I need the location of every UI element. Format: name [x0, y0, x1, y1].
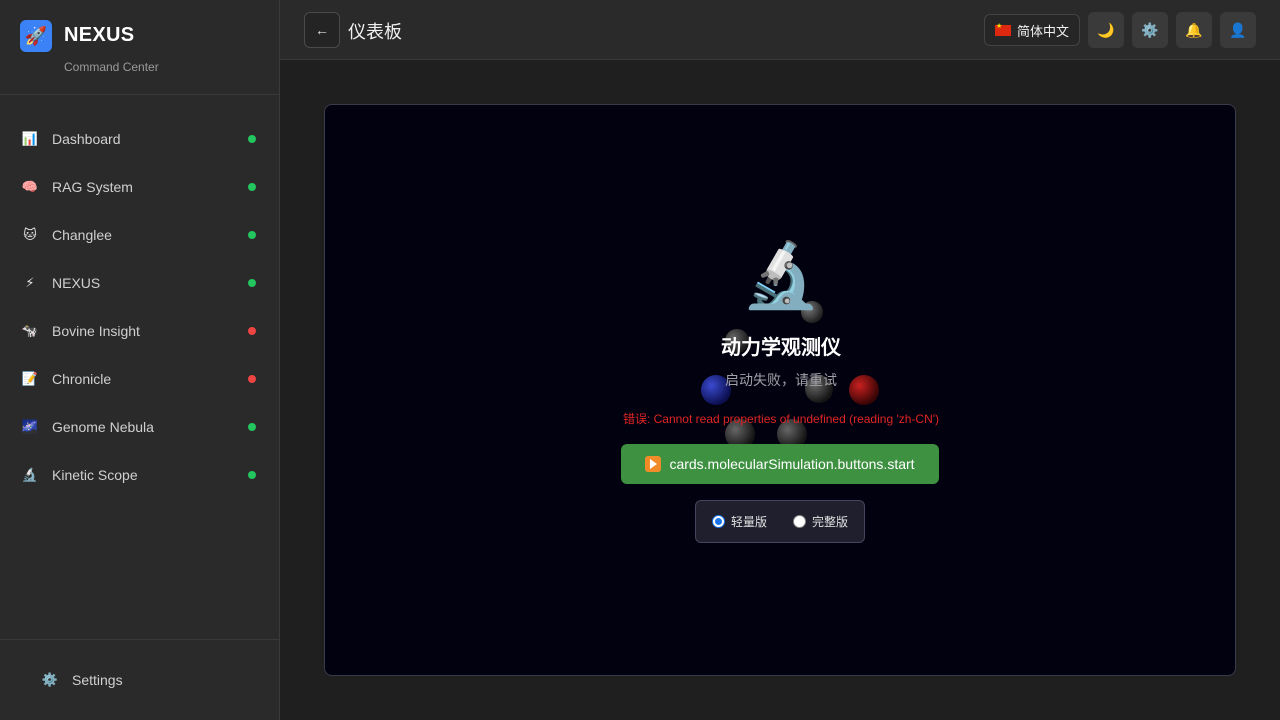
error-message: 错误: Cannot read properties of undefined … [622, 412, 940, 426]
status-message: 启动失败，请重试 [725, 372, 837, 388]
notifications-button[interactable]: 🔔 [1176, 12, 1212, 48]
sidebar-nav: 📊 Dashboard 🧠 RAG System 🐱 Changlee ⚡ NE… [0, 115, 280, 499]
mode-label: 轻量版 [730, 515, 767, 529]
radio-lite[interactable] [711, 515, 725, 528]
microscope-icon: 🔬 [741, 239, 821, 311]
radio-full[interactable] [793, 515, 806, 528]
mode-option-lite[interactable]: 轻量版 [711, 513, 767, 530]
language-label: 简体中文 [1016, 23, 1069, 39]
page-title: 仪表板 [348, 22, 402, 42]
user-icon: 👤 [1229, 21, 1247, 38]
cat-icon: 🐱 [23, 227, 37, 242]
play-icon [645, 456, 662, 472]
sidebar-item-label: NEXUS [52, 275, 101, 291]
theme-toggle-button[interactable]: 🌙 [1088, 12, 1124, 48]
gear-icon: ⚙️ [41, 672, 59, 687]
language-selector[interactable]: 简体中文 [984, 14, 1080, 46]
china-flag-icon [994, 22, 1011, 36]
rocket-icon: 🚀 [20, 20, 52, 52]
status-dot [248, 375, 256, 383]
status-dot [248, 423, 256, 431]
mode-label: 完整版 [812, 515, 849, 529]
brand-header: 🚀 NEXUS Command Center [0, 0, 279, 95]
status-dot [248, 183, 256, 191]
sidebar-item-label: Changlee [52, 227, 112, 243]
settings-label: Settings [72, 672, 123, 688]
galaxy-icon: 🌌 [21, 419, 39, 434]
memo-icon: 📝 [21, 371, 39, 386]
back-button[interactable]: ← [304, 12, 340, 48]
cow-icon: 🐄 [21, 323, 39, 338]
status-dot [248, 471, 256, 479]
status-dot [248, 279, 256, 287]
start-simulation-button[interactable]: cards.molecularSimulation.buttons.start [621, 444, 939, 484]
settings-button[interactable]: ⚙️ [1132, 12, 1168, 48]
sidebar-footer: ⚙️ Settings [0, 639, 280, 720]
sidebar-item-changlee[interactable]: 🐱 Changlee [0, 211, 280, 259]
user-button[interactable]: 👤 [1220, 12, 1256, 48]
lightning-icon: ⚡ [25, 275, 35, 290]
start-button-label: cards.molecularSimulation.buttons.start [669, 456, 915, 472]
status-dot [248, 231, 256, 239]
bell-icon: 🔔 [1185, 21, 1203, 38]
moon-icon: 🌙 [1097, 21, 1115, 38]
panel-title: 动力学观测仪 [721, 337, 841, 359]
sidebar-item-label: Dashboard [52, 131, 121, 147]
sidebar-item-label: Genome Nebula [52, 419, 154, 435]
kinetic-scope-panel: 🔬 动力学观测仪 启动失败，请重试 错误: Cannot read proper… [324, 104, 1236, 676]
sidebar-item-nexus[interactable]: ⚡ NEXUS [0, 259, 280, 307]
mode-selector: 轻量版 完整版 [695, 500, 865, 543]
sidebar-item-kinetic-scope[interactable]: 🔬 Kinetic Scope [0, 451, 280, 499]
microscope-icon: 🔬 [21, 467, 39, 482]
sidebar-item-label: Kinetic Scope [52, 467, 138, 483]
brand-name: NEXUS [64, 24, 135, 46]
gear-icon: ⚙️ [1141, 21, 1159, 38]
mode-option-full[interactable]: 完整版 [793, 513, 848, 530]
sidebar-item-label: Bovine Insight [52, 323, 140, 339]
sidebar-item-bovine-insight[interactable]: 🐄 Bovine Insight [0, 307, 280, 355]
top-header: ← 仪表板 简体中文 🌙 ⚙️ 🔔 👤 [280, 0, 1280, 60]
status-dot [248, 135, 256, 143]
brain-icon: 🧠 [21, 179, 39, 194]
sidebar: 🚀 NEXUS Command Center 📊 Dashboard 🧠 RAG… [0, 0, 280, 720]
sidebar-item-rag-system[interactable]: 🧠 RAG System [0, 163, 280, 211]
sidebar-item-dashboard[interactable]: 📊 Dashboard [0, 115, 280, 163]
status-dot [248, 327, 256, 335]
sidebar-item-chronicle[interactable]: 📝 Chronicle [0, 355, 280, 403]
chart-icon: 📊 [21, 131, 39, 146]
brand-subtitle: Command Center [64, 60, 159, 74]
sidebar-item-label: RAG System [52, 179, 133, 195]
sidebar-settings-button[interactable]: ⚙️ Settings [40, 672, 123, 688]
sidebar-item-genome-nebula[interactable]: 🌌 Genome Nebula [0, 403, 280, 451]
sidebar-item-label: Chronicle [52, 371, 112, 387]
